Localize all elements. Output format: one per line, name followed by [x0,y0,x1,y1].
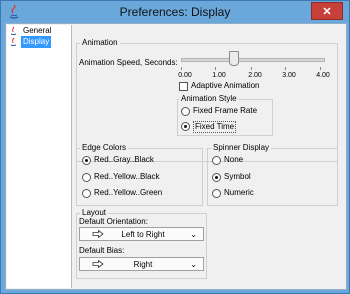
slider-tick-label: 4.00 [316,72,330,79]
orientation-value: Left to Right [121,230,165,239]
adaptive-animation-checkbox[interactable] [179,82,188,91]
adaptive-animation-label: Adaptive Animation [191,81,260,90]
java-icon [10,37,17,46]
red-yellow-green-label: Red..Yellow..Green [94,188,163,197]
title-bar[interactable]: Preferences: Display ✕ [1,1,349,23]
slider-tick [320,67,321,70]
spinner-display-label: Spinner Display [211,143,272,153]
slider-tick [285,67,286,70]
radio-none[interactable] [212,156,221,165]
arrow-right-icon [92,230,104,238]
radio-fixed-frame-rate[interactable] [181,107,190,116]
none-label: None [224,155,244,164]
bias-combo[interactable]: Right ⌄ [79,257,204,271]
chevron-down-icon: ⌄ [190,230,197,239]
symbol-label: Symbol [224,172,251,181]
arrow-right-icon [92,260,104,268]
radio-numeric[interactable] [212,189,221,198]
numeric-label: Numeric [224,188,254,197]
default-bias-label: Default Bias: [79,246,125,255]
chevron-down-icon: ⌄ [190,260,197,269]
close-button[interactable]: ✕ [311,2,343,20]
slider-tick [181,67,182,70]
red-yellow-black-label: Red..Yellow..Black [94,172,160,181]
radio-red-yellow-black[interactable] [82,173,91,182]
fixed-frame-rate-label: Fixed Frame Rate [193,106,258,115]
radio-red-gray-black[interactable] [82,156,91,165]
tree-item-label: Display [21,36,52,48]
client-area: General Display Animation Animation Spee… [5,23,347,290]
slider-tick-label: 0.00 [178,72,192,79]
orientation-combo[interactable]: Left to Right ⌄ [79,227,204,241]
slider-track [181,58,325,62]
window-title: Preferences: Display [119,5,231,19]
radio-red-yellow-green[interactable] [82,189,91,198]
slider-tick [215,67,216,70]
red-gray-black-label: Red..Gray..Black [94,155,154,164]
animation-speed-label: Animation Speed, Seconds: [79,58,178,67]
bias-value: Right [133,260,153,269]
radio-fixed-time[interactable] [181,122,190,131]
slider-tick-label: 2.00 [248,72,262,79]
edge-colors-label: Edge Colors [80,143,129,153]
slider-tick-label: 3.00 [282,72,296,79]
slider-tick-label: 1.00 [212,72,226,79]
radio-symbol[interactable] [212,173,221,182]
category-tree: General Display [7,25,72,288]
default-orientation-label: Default Orientation: [79,217,148,226]
java-icon [10,26,17,35]
slider-thumb[interactable] [229,51,240,66]
animation-style-label: Animation Style [179,94,239,104]
preferences-window: Preferences: Display ✕ General Display A… [0,0,350,294]
animation-group-label: Animation [80,38,120,48]
fixed-time-label: Fixed Time [193,121,237,133]
slider-tick [251,67,252,70]
